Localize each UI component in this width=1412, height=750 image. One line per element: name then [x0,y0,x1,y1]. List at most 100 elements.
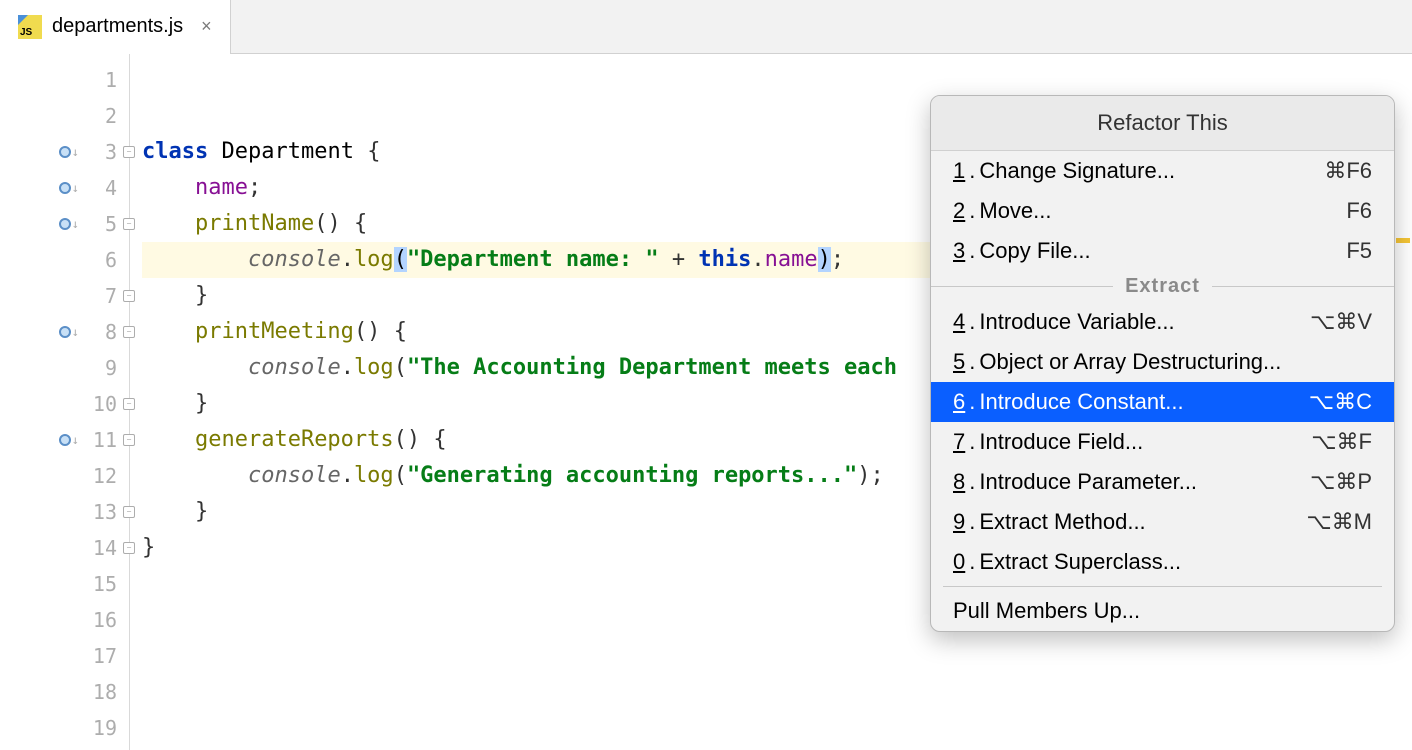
menu-item[interactable]: 8. Introduce Parameter...⌥⌘P [931,462,1394,502]
right-margin [1394,54,1412,750]
menu-item[interactable]: 2. Move...F6 [931,191,1394,231]
gutter-line: ↓8− [0,314,129,350]
menu-item-label: Change Signature... [979,158,1175,184]
fold-handle-icon[interactable]: − [123,506,135,518]
token: log [354,247,394,272]
gutter-line: 6 [0,242,129,278]
line-number: 1 [89,68,117,92]
line-number: 4 [89,176,117,200]
menu-mnemonic: 0 [953,549,965,575]
menu-item[interactable]: 5. Object or Array Destructuring... [931,342,1394,382]
menu-item-label: Copy File... [979,238,1090,264]
token: + [659,247,699,272]
menu-shortcut: ⌘F6 [1324,158,1372,184]
file-tab[interactable]: JS departments.js × [0,0,231,53]
token: log [354,463,394,488]
fold-handle-icon[interactable]: − [123,146,135,158]
override-icon[interactable]: ↓ [59,181,79,195]
line-number: 8 [89,320,117,344]
gutter-line: 9 [0,350,129,386]
menu-shortcut: ⌥⌘C [1309,389,1372,415]
token [142,175,195,200]
token: ) [818,247,831,272]
code-line[interactable] [142,638,1412,674]
token: ( [394,247,407,272]
token: "The Accounting Department meets each [407,355,897,380]
override-icon[interactable]: ↓ [59,325,79,339]
menu-shortcut: ⌥⌘V [1310,309,1372,335]
token: . [341,247,354,272]
token [142,283,195,308]
menu-item[interactable]: 0. Extract Superclass... [931,542,1394,582]
gutter-line: 12 [0,458,129,494]
code-line[interactable] [142,62,1412,98]
menu-item-label: Introduce Constant... [979,389,1183,415]
fold-handle-icon[interactable]: − [123,326,135,338]
menu-item[interactable]: 6. Introduce Constant...⌥⌘C [931,382,1394,422]
close-icon[interactable]: × [201,16,212,37]
token: . [341,355,354,380]
token: () [354,319,394,344]
gutter-line: 13− [0,494,129,530]
token: generateReports [195,427,394,452]
token: printMeeting [195,319,354,344]
token: printName [195,211,314,236]
menu-item[interactable]: 9. Extract Method...⌥⌘M [931,502,1394,542]
token: ; [831,247,844,272]
token: Department [221,139,367,164]
menu-mnemonic: 8 [953,469,965,495]
token: () [394,427,434,452]
fold-handle-icon[interactable]: − [123,290,135,302]
gutter-line: 2 [0,98,129,134]
code-line[interactable] [142,674,1412,710]
menu-item[interactable]: Pull Members Up... [931,591,1394,631]
fold-handle-icon[interactable]: − [123,434,135,446]
gutter-line: ↓5− [0,206,129,242]
menu-mnemonic: 1 [953,158,965,184]
menu-item-label: Introduce Parameter... [979,469,1197,495]
token: . [341,463,354,488]
menu-item[interactable]: 1. Change Signature...⌘F6 [931,151,1394,191]
code-line[interactable] [142,710,1412,746]
token: log [354,355,394,380]
warning-marker[interactable] [1396,238,1410,243]
menu-item[interactable]: 3. Copy File...F5 [931,231,1394,271]
line-number: 2 [89,104,117,128]
token [142,355,248,380]
fold-handle-icon[interactable]: − [123,218,135,230]
menu-item[interactable]: 4. Introduce Variable...⌥⌘V [931,302,1394,342]
override-icon[interactable]: ↓ [59,145,79,159]
override-icon[interactable]: ↓ [59,217,79,231]
token [142,391,195,416]
gutter-line: 7− [0,278,129,314]
menu-mnemonic: 3 [953,238,965,264]
line-number: 5 [89,212,117,236]
fold-handle-icon[interactable]: − [123,398,135,410]
token: } [195,283,208,308]
token: { [367,139,380,164]
fold-handle-icon[interactable]: − [123,542,135,554]
token: ; [871,463,884,488]
menu-shortcut: F6 [1346,198,1372,224]
token: } [142,535,155,560]
menu-separator: Extract [931,271,1394,302]
token: "Generating accounting reports..." [407,463,857,488]
token [142,463,248,488]
menu-shortcut: F5 [1346,238,1372,264]
gutter-line: ↓11− [0,422,129,458]
menu-item-label: Extract Method... [979,509,1145,535]
line-number: 10 [89,392,117,416]
menu-item[interactable]: 7. Introduce Field...⌥⌘F [931,422,1394,462]
line-number: 19 [89,716,117,740]
menu-item-label: Move... [979,198,1051,224]
menu-item-label: Pull Members Up... [953,598,1140,624]
token [142,247,248,272]
token [142,319,195,344]
menu-mnemonic: 4 [953,309,965,335]
tab-filename: departments.js [52,15,183,38]
menu-mnemonic: 6 [953,389,965,415]
token: ( [394,463,407,488]
override-icon[interactable]: ↓ [59,433,79,447]
gutter-line: 14− [0,530,129,566]
gutter-line: ↓3− [0,134,129,170]
